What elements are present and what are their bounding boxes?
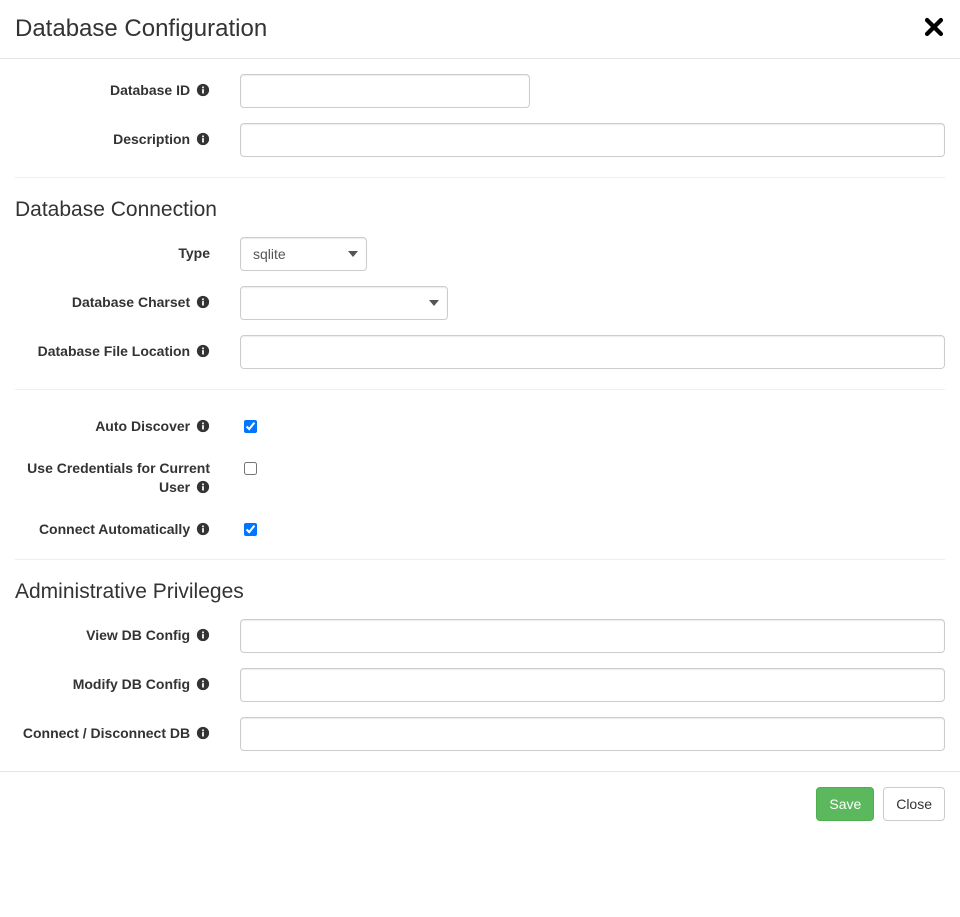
row-type: Type sqlite	[15, 237, 945, 271]
modify-config-input[interactable]	[240, 668, 945, 702]
dialog-title: Database Configuration	[15, 15, 267, 43]
row-connect-db: Connect / Disconnect DB	[15, 717, 945, 751]
label-modify-config: Modify DB Config	[15, 668, 225, 695]
label-modify-config-text: Modify DB Config	[73, 676, 190, 692]
divider	[15, 389, 945, 390]
info-icon[interactable]	[196, 726, 210, 740]
label-view-config-text: View DB Config	[86, 627, 190, 643]
label-file-location-text: Database File Location	[38, 343, 190, 359]
label-connect-db: Connect / Disconnect DB	[15, 717, 225, 744]
label-charset-text: Database Charset	[72, 294, 190, 310]
row-database-id: Database ID	[15, 74, 945, 108]
row-view-config: View DB Config	[15, 619, 945, 653]
row-description: Description	[15, 123, 945, 157]
file-location-input[interactable]	[240, 335, 945, 369]
view-config-input[interactable]	[240, 619, 945, 653]
row-use-credentials: Use Credentials for Current User	[15, 452, 945, 498]
section-connection-title: Database Connection	[15, 198, 945, 222]
dialog-footer: Save Close	[0, 771, 960, 836]
row-connect-auto: Connect Automatically	[15, 513, 945, 540]
row-file-location: Database File Location	[15, 335, 945, 369]
label-type: Type	[15, 237, 225, 264]
type-select[interactable]: sqlite	[240, 237, 367, 271]
label-connect-auto-text: Connect Automatically	[39, 521, 190, 537]
save-button[interactable]: Save	[816, 787, 874, 821]
divider	[15, 177, 945, 178]
row-auto-discover: Auto Discover	[15, 410, 945, 437]
use-credentials-checkbox[interactable]	[244, 462, 257, 475]
label-use-credentials-text: Use Credentials for Current User	[27, 460, 210, 496]
info-icon[interactable]	[196, 628, 210, 642]
close-icon[interactable]	[923, 15, 945, 43]
label-database-id-text: Database ID	[110, 82, 190, 98]
label-use-credentials: Use Credentials for Current User	[15, 452, 225, 498]
connect-db-input[interactable]	[240, 717, 945, 751]
label-auto-discover: Auto Discover	[15, 410, 225, 437]
info-icon[interactable]	[196, 344, 210, 358]
label-charset: Database Charset	[15, 286, 225, 313]
info-icon[interactable]	[196, 480, 210, 494]
info-icon[interactable]	[196, 83, 210, 97]
label-file-location: Database File Location	[15, 335, 225, 362]
close-button[interactable]: Close	[883, 787, 945, 821]
connect-auto-checkbox[interactable]	[244, 523, 257, 536]
label-connect-auto: Connect Automatically	[15, 513, 225, 540]
label-view-config: View DB Config	[15, 619, 225, 646]
dialog-body: Database ID Description Database Connect…	[0, 59, 960, 751]
label-auto-discover-text: Auto Discover	[95, 418, 190, 434]
description-input[interactable]	[240, 123, 945, 157]
label-database-id: Database ID	[15, 74, 225, 101]
info-icon[interactable]	[196, 677, 210, 691]
label-type-text: Type	[178, 245, 210, 261]
info-icon[interactable]	[196, 132, 210, 146]
row-charset: Database Charset	[15, 286, 945, 320]
auto-discover-checkbox[interactable]	[244, 420, 257, 433]
charset-select[interactable]	[240, 286, 448, 320]
divider	[15, 559, 945, 560]
info-icon[interactable]	[196, 522, 210, 536]
info-icon[interactable]	[196, 295, 210, 309]
info-icon[interactable]	[196, 419, 210, 433]
database-id-input[interactable]	[240, 74, 530, 108]
label-description: Description	[15, 123, 225, 150]
label-connect-db-text: Connect / Disconnect DB	[23, 725, 190, 741]
row-modify-config: Modify DB Config	[15, 668, 945, 702]
dialog-header: Database Configuration	[0, 0, 960, 59]
section-privileges-title: Administrative Privileges	[15, 580, 945, 604]
label-description-text: Description	[113, 131, 190, 147]
